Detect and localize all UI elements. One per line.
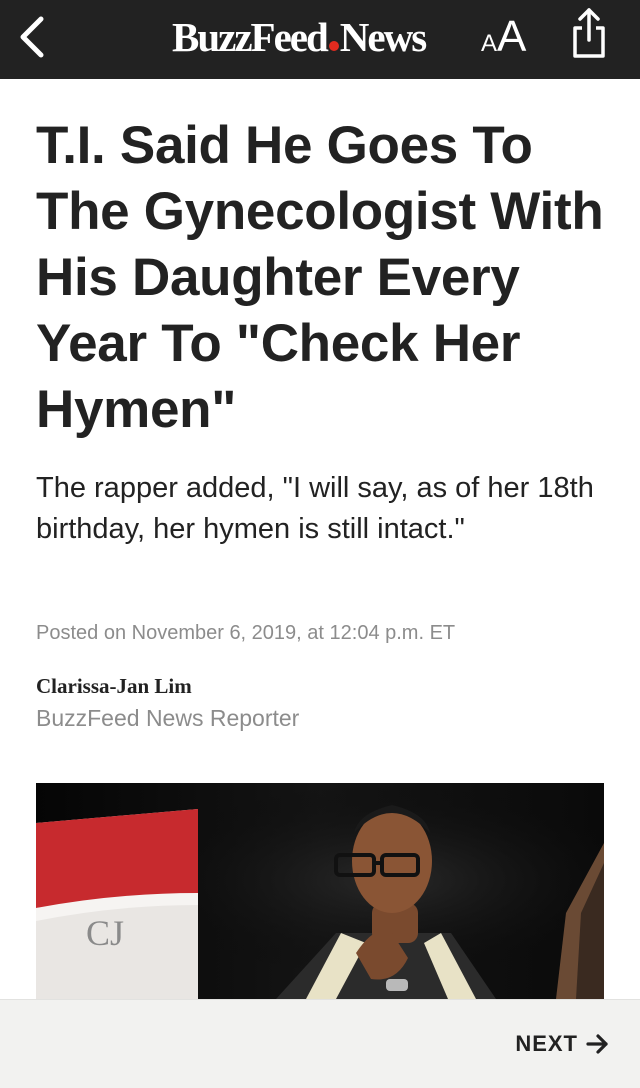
svg-text:CJ: CJ bbox=[86, 913, 124, 953]
next-label: NEXT bbox=[515, 1031, 578, 1056]
article-headline: T.I. Said He Goes To The Gynecologist Wi… bbox=[36, 116, 604, 439]
lead-photo-illustration: CJ bbox=[36, 783, 604, 999]
share-button[interactable] bbox=[562, 4, 616, 62]
author-title: BuzzFeed News Reporter bbox=[36, 705, 300, 731]
app-header: BuzzFeed News A A bbox=[0, 0, 640, 79]
article-dek: The rapper added, "I will say, as of her… bbox=[36, 472, 594, 545]
article-timestamp: Posted on November 6, 2019, at 12:04 p.m… bbox=[36, 622, 456, 644]
arrow-right-icon bbox=[586, 1034, 608, 1054]
bottom-navigation: NEXT bbox=[0, 999, 640, 1088]
article-lead-image: CJ bbox=[36, 783, 604, 999]
back-button[interactable] bbox=[10, 10, 54, 64]
text-size-button[interactable]: A A bbox=[477, 12, 533, 64]
logo-dot bbox=[328, 41, 339, 51]
text-size-small-a: A bbox=[481, 30, 498, 57]
author-name[interactable]: Clarissa-Jan Lim bbox=[36, 672, 192, 700]
logo-buzzfeed-text: BuzzFeed bbox=[172, 14, 329, 60]
next-button[interactable]: NEXT bbox=[515, 1026, 610, 1062]
chevron-left-icon bbox=[20, 16, 44, 58]
buzzfeed-news-logo: BuzzFeed News bbox=[172, 13, 427, 61]
logo-news-text: News bbox=[339, 14, 427, 60]
share-icon bbox=[573, 8, 605, 58]
text-size-large-a: A bbox=[497, 12, 527, 61]
